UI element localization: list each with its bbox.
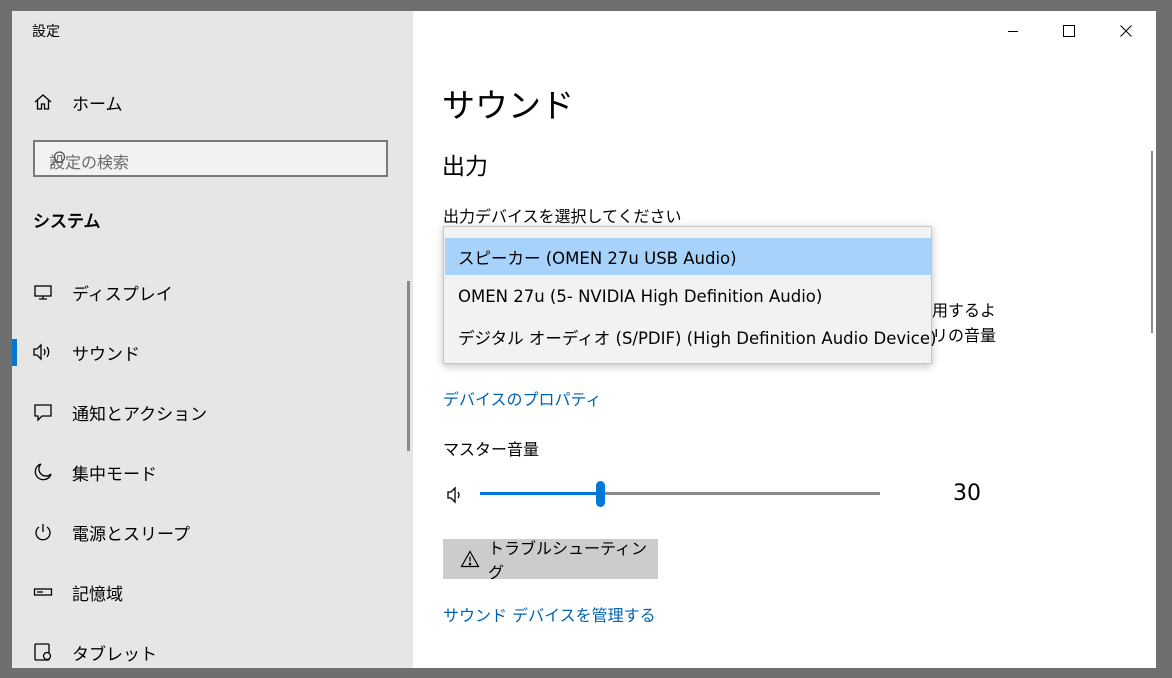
app-title: 設定 xyxy=(32,24,60,40)
volume-value: 30 xyxy=(953,481,981,506)
sidebar-item-notifications[interactable]: 通知とアクション xyxy=(12,392,413,432)
close-icon xyxy=(1120,22,1132,41)
sidebar-section-heading: システム xyxy=(33,212,101,232)
sidebar-item-label: サウンド xyxy=(72,344,140,365)
sidebar: 設定 ホーム 設定の検索 システム ディスプレイ サウンド 通知とアクション 集… xyxy=(12,11,413,668)
moon-icon xyxy=(32,461,54,483)
troubleshoot-button[interactable]: トラブルシューティング xyxy=(443,539,658,582)
sidebar-item-focus-assist[interactable]: 集中モード xyxy=(12,452,413,492)
slider-thumb[interactable] xyxy=(596,481,605,507)
device-properties-link[interactable]: デバイスのプロパティ xyxy=(443,386,602,410)
section-heading-output: 出力 xyxy=(442,154,488,180)
sidebar-item-label: 記憶域 xyxy=(72,584,123,605)
sidebar-item-tablet[interactable]: タブレット xyxy=(12,632,413,668)
master-volume-slider[interactable] xyxy=(480,481,880,507)
dropdown-option[interactable]: スピーカー (OMEN 27u USB Audio) xyxy=(445,238,931,275)
search-icon xyxy=(49,150,378,172)
volume-icon[interactable] xyxy=(446,485,466,509)
dropdown-option-label: スピーカー (OMEN 27u USB Audio) xyxy=(458,248,737,268)
dropdown-option-label: OMEN 27u (5- NVIDIA High Definition Audi… xyxy=(458,287,823,306)
speaker-icon xyxy=(32,341,54,363)
notification-icon xyxy=(32,401,54,423)
sidebar-item-label: 集中モード xyxy=(72,464,157,485)
dropdown-option[interactable]: デジタル オーディオ (S/PDIF) (High Definition Aud… xyxy=(445,318,936,355)
slider-fill xyxy=(480,492,600,495)
sidebar-item-sound[interactable]: サウンド xyxy=(12,332,413,372)
warning-icon xyxy=(460,550,480,568)
tablet-icon xyxy=(32,641,54,663)
minimize-button[interactable] xyxy=(985,11,1041,51)
sidebar-item-label: ディスプレイ xyxy=(72,284,173,305)
monitor-icon xyxy=(32,281,54,303)
sidebar-item-power-sleep[interactable]: 電源とスリープ xyxy=(12,512,413,552)
sidebar-item-home[interactable]: ホーム xyxy=(12,82,413,122)
sidebar-item-label: 通知とアクション xyxy=(72,404,208,425)
sidebar-item-storage[interactable]: 記憶域 xyxy=(12,572,413,612)
storage-icon xyxy=(32,581,54,603)
obscured-text-2: リの音量 xyxy=(932,326,997,345)
output-device-label: 出力デバイスを選択してください xyxy=(443,207,682,226)
main-scrollbar[interactable] xyxy=(1151,151,1153,333)
minimize-icon xyxy=(1007,22,1019,41)
sidebar-item-label: 電源とスリープ xyxy=(72,524,190,545)
home-icon xyxy=(32,91,54,113)
maximize-button[interactable] xyxy=(1041,11,1097,51)
sidebar-item-label: ホーム xyxy=(72,94,123,115)
dropdown-option-label: デジタル オーディオ (S/PDIF) (High Definition Aud… xyxy=(458,328,937,348)
settings-window: 設定 ホーム 設定の検索 システム ディスプレイ サウンド 通知とアクション 集… xyxy=(12,11,1156,668)
output-device-dropdown: スピーカー (OMEN 27u USB Audio) OMEN 27u (5- … xyxy=(443,226,936,364)
troubleshoot-label: トラブルシューティング xyxy=(488,539,648,582)
power-icon xyxy=(32,521,54,543)
obscured-text-1: 用するよ xyxy=(932,301,997,320)
sidebar-item-label: タブレット xyxy=(72,644,157,665)
dropdown-option[interactable]: OMEN 27u (5- NVIDIA High Definition Audi… xyxy=(445,278,931,315)
close-button[interactable] xyxy=(1098,11,1154,51)
sidebar-scrollbar[interactable] xyxy=(407,281,410,451)
page-title: サウンド xyxy=(442,86,574,125)
sidebar-item-display[interactable]: ディスプレイ xyxy=(12,272,413,312)
master-volume-label: マスター音量 xyxy=(443,440,540,459)
manage-sound-devices-link[interactable]: サウンド デバイスを管理する xyxy=(443,602,656,626)
maximize-icon xyxy=(1063,22,1075,41)
search-input[interactable]: 設定の検索 xyxy=(33,140,388,177)
